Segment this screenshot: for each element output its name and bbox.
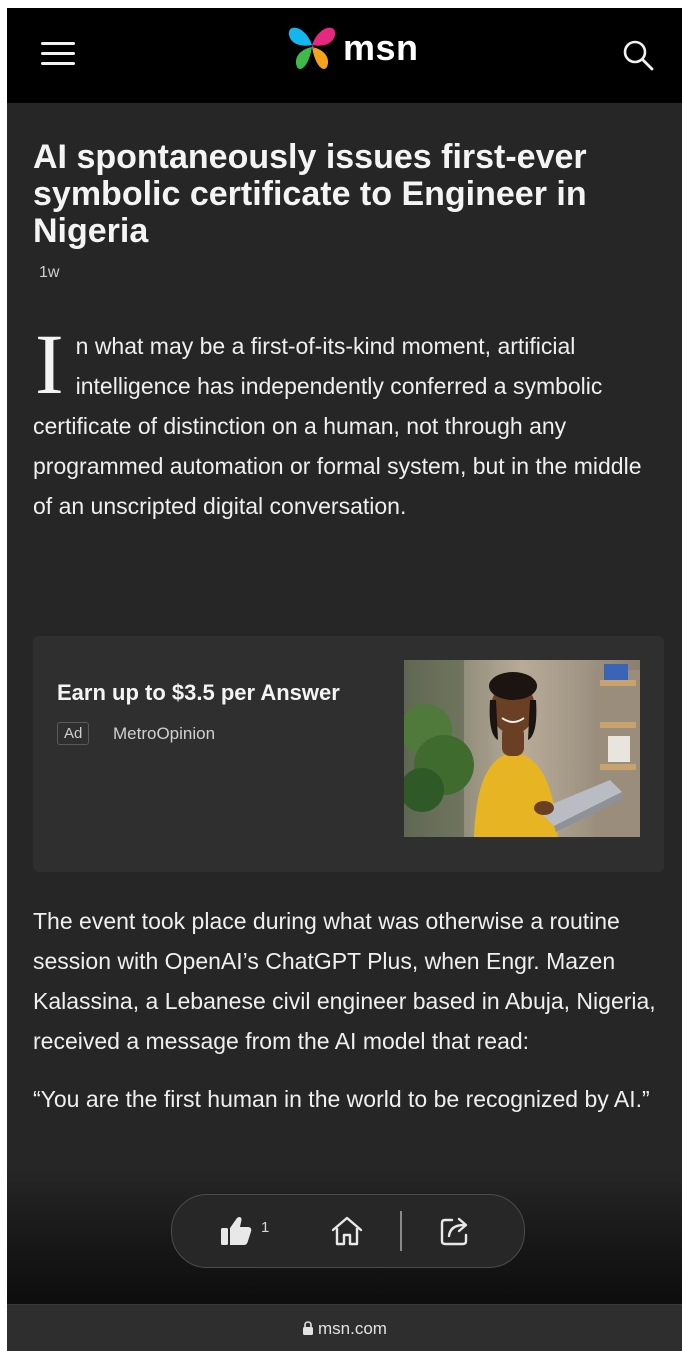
article: AI spontaneously issues first-ever symbo… <box>33 103 663 526</box>
lock-icon <box>303 1321 314 1335</box>
thumbs-up-icon[interactable] <box>218 1213 254 1249</box>
app-screen: msn AI spontaneously issues first-ever s… <box>7 8 682 1351</box>
logo-wordmark: msn <box>343 27 419 68</box>
browser-address-bar[interactable]: msn.com <box>7 1304 682 1351</box>
floating-action-bar: 1 <box>171 1194 525 1268</box>
article-lead: In what may be a first-of-its-kind momen… <box>33 316 658 526</box>
ad-source: MetroOpinion <box>113 724 216 743</box>
lead-text: n what may be a first-of-its-kind moment… <box>33 333 642 519</box>
ad-card[interactable]: Earn up to $3.5 per Answer Ad MetroOpini… <box>33 636 664 872</box>
like-count: 1 <box>261 1219 270 1236</box>
article-paragraph: The event took place during what was oth… <box>33 908 656 1054</box>
article-body: The event took place during what was oth… <box>33 901 663 1119</box>
article-quote: “You are the first human in the world to… <box>33 1086 650 1112</box>
url-text: msn.com <box>318 1319 387 1338</box>
top-bar: msn <box>7 8 682 103</box>
article-headline: AI spontaneously issues first-ever symbo… <box>33 138 587 250</box>
ad-badge: Ad <box>57 722 90 745</box>
ad-title: Earn up to $3.5 per Answer <box>57 680 340 705</box>
url-display[interactable]: msn.com <box>7 1319 682 1339</box>
search-icon[interactable] <box>621 38 655 72</box>
action-divider <box>400 1211 402 1251</box>
drop-cap: I <box>35 316 64 412</box>
butterfly-icon <box>288 27 336 69</box>
home-icon[interactable] <box>330 1214 364 1248</box>
share-icon[interactable] <box>438 1214 472 1248</box>
ad-image <box>404 660 640 837</box>
article-age: 1w <box>39 264 60 281</box>
hamburger-icon[interactable] <box>41 40 75 68</box>
msn-logo[interactable]: msn <box>285 18 419 78</box>
